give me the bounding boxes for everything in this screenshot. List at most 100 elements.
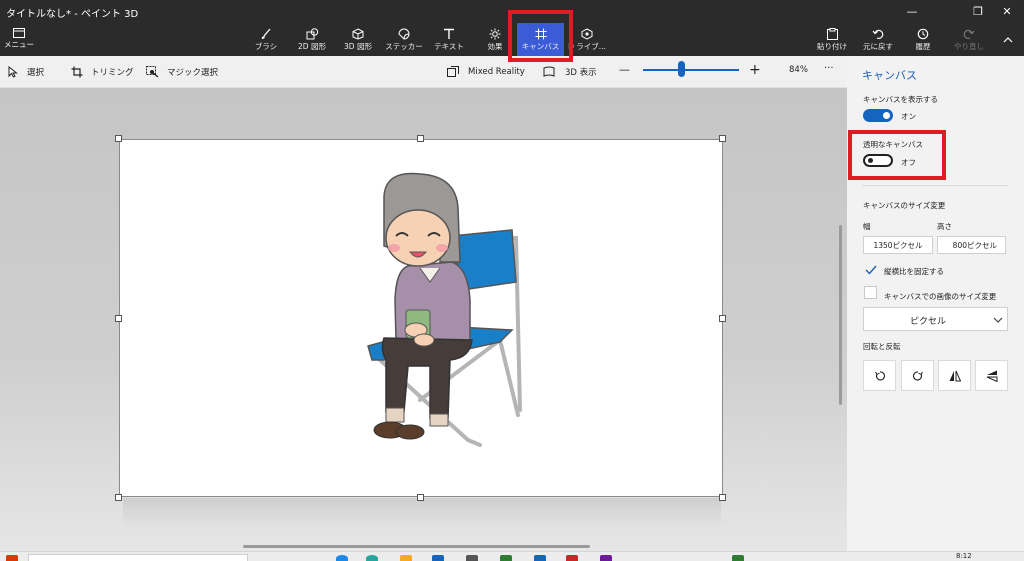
show-canvas-state: オン (901, 112, 916, 121)
paste-button[interactable]: 貼り付け (814, 23, 850, 56)
more-icon: ··· (824, 63, 834, 74)
minimize-icon: — (906, 5, 918, 18)
select-tool[interactable]: 選択 (6, 65, 44, 78)
mixed-reality-label: Mixed Reality (468, 66, 525, 77)
tool-brush[interactable]: ブラシ (253, 23, 279, 56)
start-icon[interactable] (6, 555, 18, 561)
taskbar-clock: 8:12 (956, 552, 972, 560)
menu-button[interactable]: メニュー (2, 24, 36, 54)
effects-icon (488, 27, 502, 40)
3d-library-icon (580, 27, 594, 40)
paint3d-taskbar-icon[interactable] (600, 555, 612, 561)
select-label: 選択 (27, 67, 45, 78)
canvas-panel: キャンバス キャンバスを表示する オン 透明なキャンバス オフ キャンバスのサイ… (847, 56, 1024, 551)
zoom-out-button[interactable]: — (619, 63, 630, 76)
resize-handle-top[interactable] (417, 135, 424, 142)
vertical-scrollbar[interactable] (839, 225, 842, 405)
store-icon[interactable] (432, 555, 444, 561)
unit-dropdown[interactable]: ピクセル (863, 307, 1008, 331)
canvas-height-input[interactable]: 800ピクセル (937, 236, 1006, 254)
taskbar-search[interactable] (28, 554, 248, 561)
resize-handle-bottom-left[interactable] (115, 494, 122, 501)
cursor-icon (6, 65, 19, 78)
word-icon[interactable] (534, 555, 546, 561)
resize-handle-bottom-right[interactable] (719, 494, 726, 501)
redo-button[interactable]: やり直し (952, 23, 986, 56)
zoom-slider-thumb[interactable] (678, 61, 685, 77)
canvas[interactable] (119, 139, 723, 497)
mixed-reality-button[interactable]: Mixed Reality (446, 65, 525, 78)
rotate-left-button[interactable] (863, 360, 896, 391)
crop-tool[interactable]: トリミング (70, 65, 134, 78)
show-canvas-toggle[interactable] (863, 109, 893, 122)
brush-icon (259, 27, 273, 40)
explorer-icon[interactable] (400, 555, 412, 561)
3d-shapes-icon (351, 27, 365, 40)
minimize-button[interactable]: — (890, 0, 934, 23)
tool-text[interactable]: テキスト (434, 23, 464, 56)
tool-label: キャンバス (521, 42, 560, 51)
grandma-on-chair-illustration (367, 172, 522, 447)
flip-vertical-button[interactable] (975, 360, 1008, 391)
more-options-button[interactable]: ··· (824, 63, 834, 74)
zoom-slider-track[interactable] (643, 69, 739, 71)
rotate-right-button[interactable] (901, 360, 934, 391)
zoom-in-button[interactable]: + (749, 62, 761, 78)
resize-handle-bottom[interactable] (417, 494, 424, 501)
zoom-percentage[interactable]: 84% (789, 65, 808, 75)
redo-label: やり直し (954, 42, 984, 51)
text-icon (442, 27, 456, 40)
resize-handle-right[interactable] (719, 315, 726, 322)
window-title: タイトルなし* - ペイント 3D (6, 9, 139, 20)
undo-button[interactable]: 元に戻す (860, 23, 896, 56)
history-icon (916, 27, 930, 40)
flip-vertical-icon (986, 370, 997, 382)
3d-view-button[interactable]: 3D 表示 (542, 65, 597, 78)
tool-effects[interactable]: 効果 (482, 23, 508, 56)
canvas-icon (534, 27, 548, 40)
height-label: 高さ (937, 222, 952, 231)
resize-handle-top-right[interactable] (719, 135, 726, 142)
resize-handle-top-left[interactable] (115, 135, 122, 142)
history-button[interactable]: 履歴 (909, 23, 937, 56)
rotate-left-icon (874, 370, 885, 381)
restore-icon: ❐ (973, 5, 983, 18)
tool-label: ブラシ (254, 42, 278, 51)
tool-label: 2D 図形 (298, 42, 326, 51)
tool-label: テキスト (434, 42, 464, 51)
powerpoint-icon[interactable] (566, 555, 578, 561)
menu-icon (13, 28, 25, 38)
lock-aspect-label: 縦横比を固定する (884, 267, 944, 276)
tool-3d-shapes[interactable]: 3D 図形 (341, 23, 375, 56)
redo-icon (962, 27, 976, 40)
magic-select-label: マジック選択 (167, 67, 219, 78)
chrome-icon[interactable] (366, 555, 378, 561)
line-icon[interactable] (732, 555, 744, 561)
resize-image-checkbox[interactable] (864, 286, 877, 299)
flip-horizontal-icon (949, 370, 961, 381)
close-button[interactable]: ✕ (985, 0, 1024, 23)
excel-icon[interactable] (500, 555, 512, 561)
tool-canvas[interactable]: キャンバス (517, 23, 564, 56)
paste-label: 貼り付け (817, 42, 847, 51)
resize-handle-left[interactable] (115, 315, 122, 322)
tool-stickers[interactable]: ステッカー (385, 23, 423, 56)
canvas-shadow (123, 498, 721, 528)
resize-image-label: キャンバスでの画像のサイズ変更 (884, 292, 997, 301)
transparent-canvas-label: 透明なキャンバス (863, 140, 923, 149)
magic-select-tool[interactable]: マジック選択 (146, 65, 218, 78)
collapse-ribbon-button[interactable] (996, 28, 1020, 50)
tool-3d-library[interactable]: D ライブ... (568, 23, 606, 56)
transparent-canvas-toggle[interactable] (863, 154, 893, 167)
tool-2d-shapes[interactable]: 2D 図形 (295, 23, 329, 56)
lock-aspect-checkbox[interactable] (864, 263, 877, 276)
canvas-width-input[interactable]: 1350ピクセル (863, 236, 933, 254)
flip-horizontal-button[interactable] (938, 360, 971, 391)
horizontal-scrollbar[interactable] (243, 545, 590, 548)
tool-label: ステッカー (385, 42, 423, 51)
resize-canvas-title: キャンバスのサイズ変更 (863, 201, 946, 210)
stickers-icon (397, 27, 411, 40)
edge-icon[interactable] (336, 555, 348, 561)
app-icon[interactable] (466, 555, 478, 561)
tool-label: 効果 (487, 42, 503, 51)
